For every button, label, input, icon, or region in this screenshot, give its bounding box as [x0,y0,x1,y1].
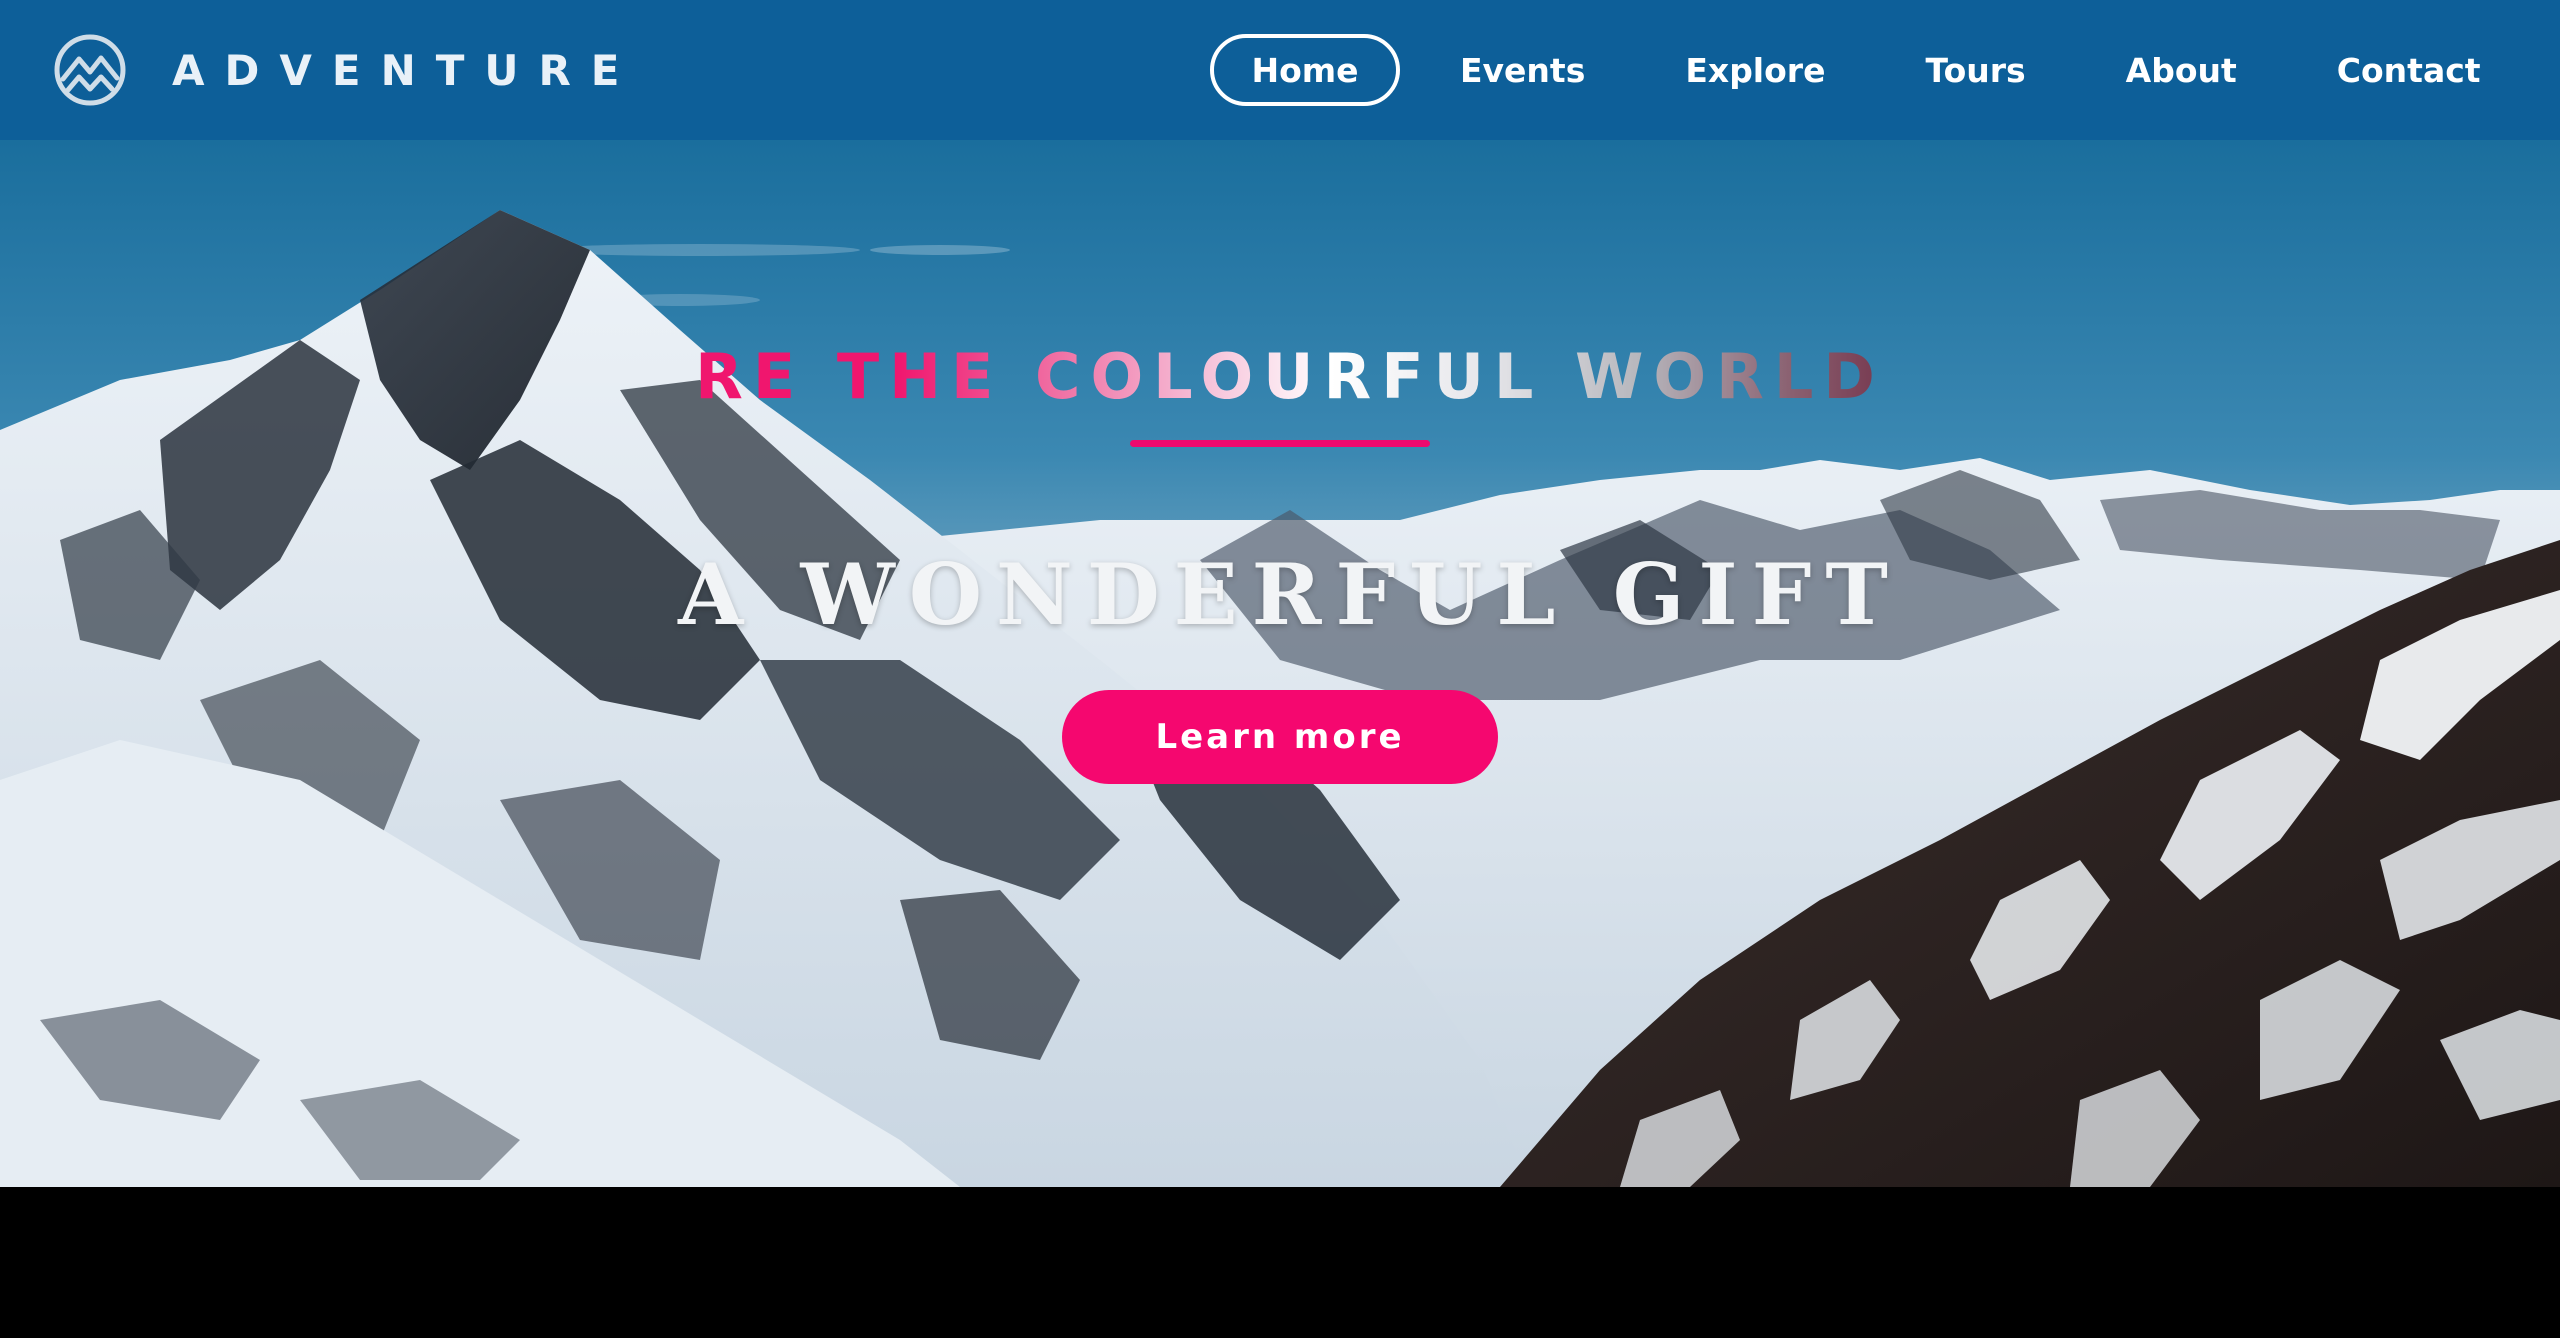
brand-name: ADVENTURE [172,45,640,95]
nav-events[interactable]: Events [1460,34,1585,106]
main-nav: Home Events Explore Tours About Contact [1210,34,2481,106]
hero-content: RE THE COLOURFUL WORLD A WONDERFUL GIFT … [0,140,2560,1187]
learn-more-button[interactable]: Learn more [1062,690,1498,784]
nav-contact[interactable]: Contact [2337,34,2481,106]
mountain-circle-icon [54,34,126,106]
nav-about[interactable]: About [2126,34,2237,106]
page: ADVENTURE Home Events Explore Tours Abou… [0,0,2560,1338]
tagline-underline [1130,440,1430,447]
hero-section: RE THE COLOURFUL WORLD A WONDERFUL GIFT … [0,140,2560,1187]
nav-tours[interactable]: Tours [1925,34,2025,106]
page-footer-band [0,1187,2560,1338]
nav-explore[interactable]: Explore [1685,34,1825,106]
hero-tagline: RE THE COLOURFUL WORLD [0,340,2560,413]
hero-title: A WONDERFUL GIFT [678,545,1902,644]
nav-home[interactable]: Home [1210,34,1400,106]
brand[interactable]: ADVENTURE [52,32,640,108]
navbar: ADVENTURE Home Events Explore Tours Abou… [0,0,2560,140]
